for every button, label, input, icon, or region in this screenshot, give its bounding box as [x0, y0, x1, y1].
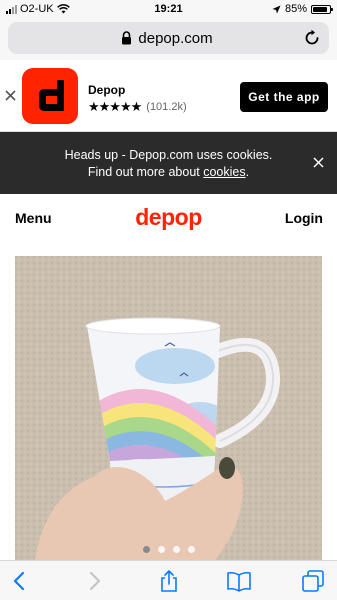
browser-url-area: depop.com [0, 18, 337, 60]
cookies-link[interactable]: cookies [203, 165, 245, 179]
cookie-more-info-prefix: Find out more about [87, 165, 204, 179]
forward-chevron-icon[interactable] [82, 569, 106, 593]
close-icon[interactable] [313, 157, 324, 168]
reload-icon[interactable] [303, 29, 321, 47]
app-name: Depop [88, 83, 126, 97]
battery-icon [311, 4, 333, 14]
bookmarks-icon[interactable] [227, 569, 251, 593]
depop-d-logo-icon [39, 80, 64, 111]
battery-level-fill [313, 6, 327, 12]
carousel-dots [0, 546, 337, 553]
address-bar[interactable]: depop.com [8, 22, 329, 54]
url-text: depop.com [138, 30, 213, 47]
smart-app-banner: Depop ★★★★★ (101.2k) Get the app [0, 60, 337, 132]
carousel-dot[interactable] [157, 546, 165, 553]
close-icon[interactable] [5, 90, 16, 101]
tabs-icon[interactable] [301, 569, 325, 593]
status-right: 85% [272, 3, 333, 15]
rating-stars: ★★★★★ [88, 99, 142, 114]
location-arrow-icon [272, 5, 281, 13]
share-icon[interactable] [157, 569, 181, 593]
rainbow-mug-photo [15, 256, 322, 560]
get-the-app-button[interactable]: Get the app [240, 82, 328, 112]
cookie-message: Heads up - Depop.com uses cookies. [64, 148, 273, 162]
site-header: Menu depop Login [0, 194, 337, 244]
rating-count: (101.2k) [146, 101, 187, 113]
cookie-more-info-suffix: . [245, 165, 250, 179]
cookie-banner: Heads up - Depop.com uses cookies. Find … [0, 132, 337, 194]
cookie-more-info: Find out more about cookies. [0, 165, 337, 179]
depop-app-icon [22, 68, 78, 124]
login-button[interactable]: Login [285, 210, 323, 226]
carousel-dot[interactable] [142, 546, 150, 553]
carousel-dot[interactable] [172, 546, 180, 553]
app-rating: ★★★★★ (101.2k) [88, 99, 187, 115]
carousel-dot[interactable] [187, 546, 195, 553]
product-image[interactable] [15, 256, 322, 560]
back-chevron-icon[interactable] [8, 569, 32, 593]
status-bar: O2-UK 19:21 85% [0, 0, 337, 18]
battery-percent: 85% [284, 3, 307, 15]
browser-toolbar [0, 560, 337, 600]
